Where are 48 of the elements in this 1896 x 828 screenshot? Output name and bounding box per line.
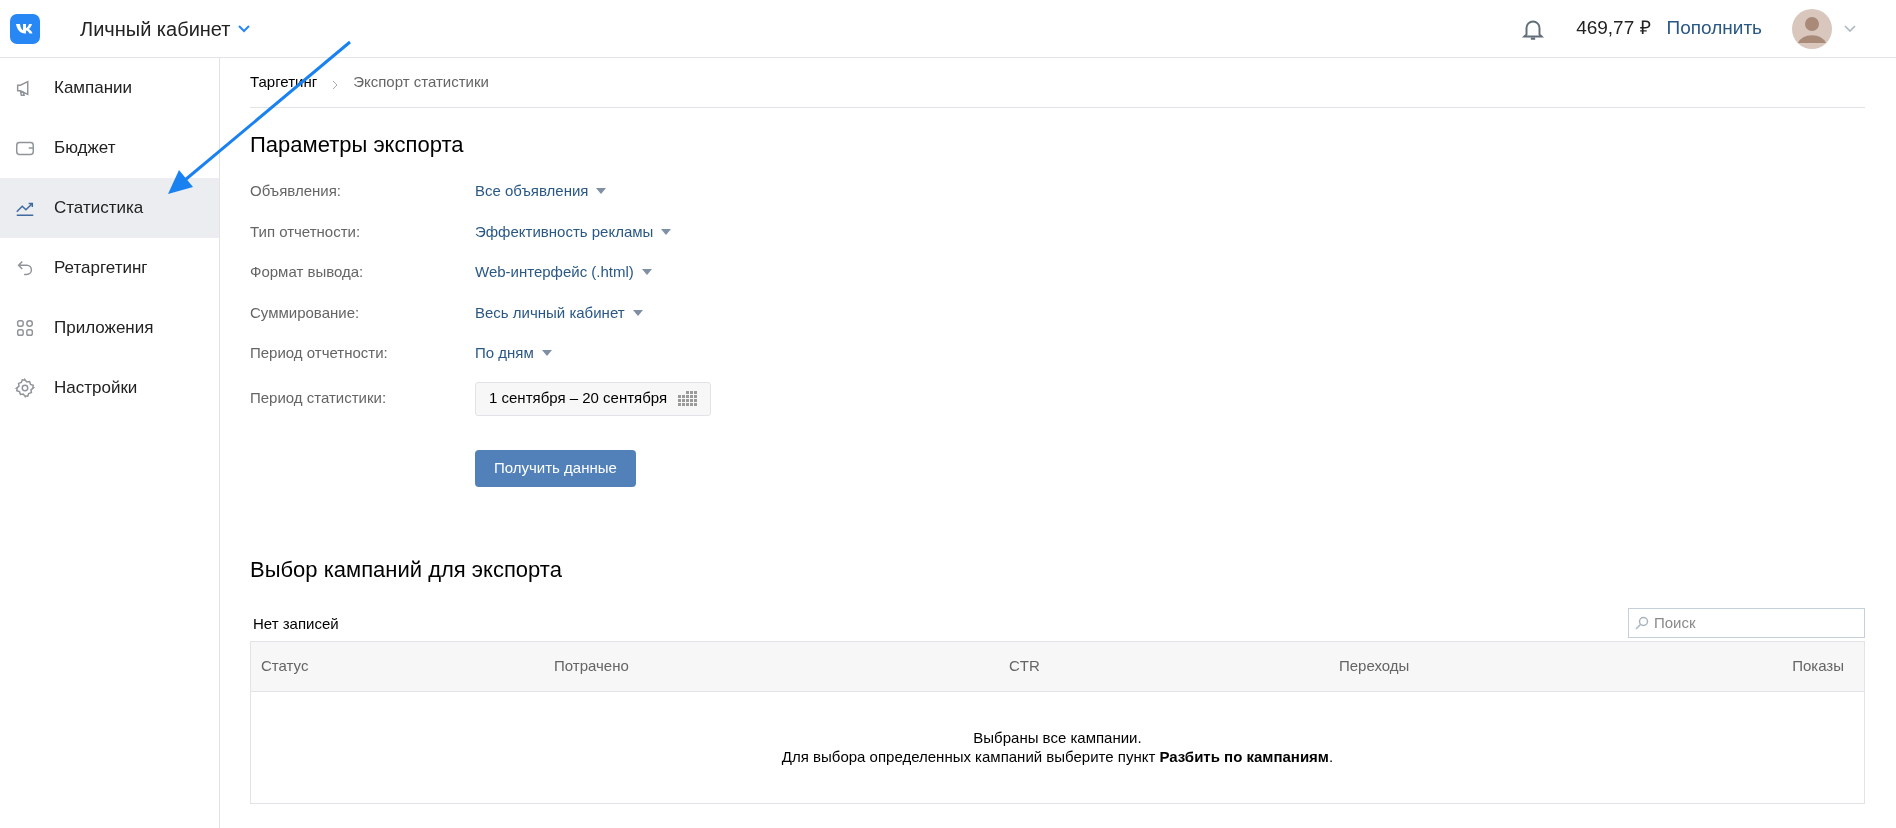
- search-icon: [1635, 615, 1649, 630]
- breadcrumb-current: Экспорт статистики: [353, 72, 489, 93]
- top-up-link[interactable]: Пополнить: [1666, 14, 1762, 43]
- calendar-icon: [678, 391, 698, 406]
- apps-icon: [14, 317, 36, 339]
- logo-icon[interactable]: [10, 13, 40, 44]
- field-label: Тип отчетности:: [250, 221, 362, 242]
- date-range-field[interactable]: 1 сентября – 20 сентября: [475, 381, 712, 416]
- field-label: Суммирование:: [250, 302, 361, 323]
- empty-message: Для выбора определенных кампаний выберите пункт Разбить по кампаниям.: [781, 747, 1334, 766]
- column-header[interactable]: Статус: [261, 654, 554, 678]
- chevron-icon[interactable]: [1844, 24, 1856, 33]
- dropdown[interactable]: Весь личный кабинет: [475, 301, 643, 324]
- sidebar-item[interactable]: Статистика: [0, 178, 219, 238]
- get-data-button[interactable]: Получить данные: [475, 449, 636, 487]
- chevron-icon: [238, 24, 251, 33]
- dropdown[interactable]: Все объявления: [475, 180, 607, 203]
- sidebar-item[interactable]: Приложения: [0, 298, 219, 358]
- section-title: Выбор кампаний для экспорта: [250, 555, 563, 584]
- column-header[interactable]: CTR: [1009, 654, 1339, 678]
- empty-message: Выбраны все кампании.: [973, 728, 1142, 747]
- sidebar-item[interactable]: Кампании: [0, 58, 219, 118]
- record-count: Нет записей: [253, 614, 339, 634]
- section-title: Параметры экспорта: [250, 131, 465, 159]
- column-header[interactable]: Показы: [1784, 654, 1854, 678]
- field-label: Период отчетности:: [250, 343, 389, 363]
- search-field[interactable]: Поиск: [1628, 607, 1865, 638]
- field-label: Объявления:: [250, 181, 342, 201]
- caret-icon: [641, 269, 652, 276]
- sidebar-item[interactable]: Бюджет: [0, 118, 219, 178]
- column-header[interactable]: Переходы: [1339, 654, 1784, 678]
- caret-icon: [661, 228, 672, 235]
- dropdown[interactable]: По дням: [475, 342, 552, 365]
- dropdown[interactable]: Эффективность рекламы: [475, 220, 672, 243]
- field-label: Период статистики:: [250, 388, 388, 409]
- gear-icon: [14, 377, 36, 399]
- cabinet-dropdown[interactable]: Личный кабинет: [80, 13, 251, 44]
- chevron-icon: [331, 79, 340, 90]
- sidebar-item[interactable]: Настройки: [0, 358, 219, 418]
- dropdown[interactable]: Web-интерфейс (.html): [475, 261, 652, 284]
- balance-amount: 469,77 ₽: [1576, 16, 1651, 41]
- caret-icon: [541, 350, 552, 357]
- field-label: Формат вывода:: [250, 262, 365, 282]
- avatar[interactable]: [1792, 8, 1832, 49]
- caret-icon: [596, 188, 607, 195]
- sidebar-item[interactable]: Ретаргетинг: [0, 238, 219, 298]
- caret-icon: [632, 309, 643, 316]
- column-header[interactable]: Потрачено: [554, 654, 1009, 678]
